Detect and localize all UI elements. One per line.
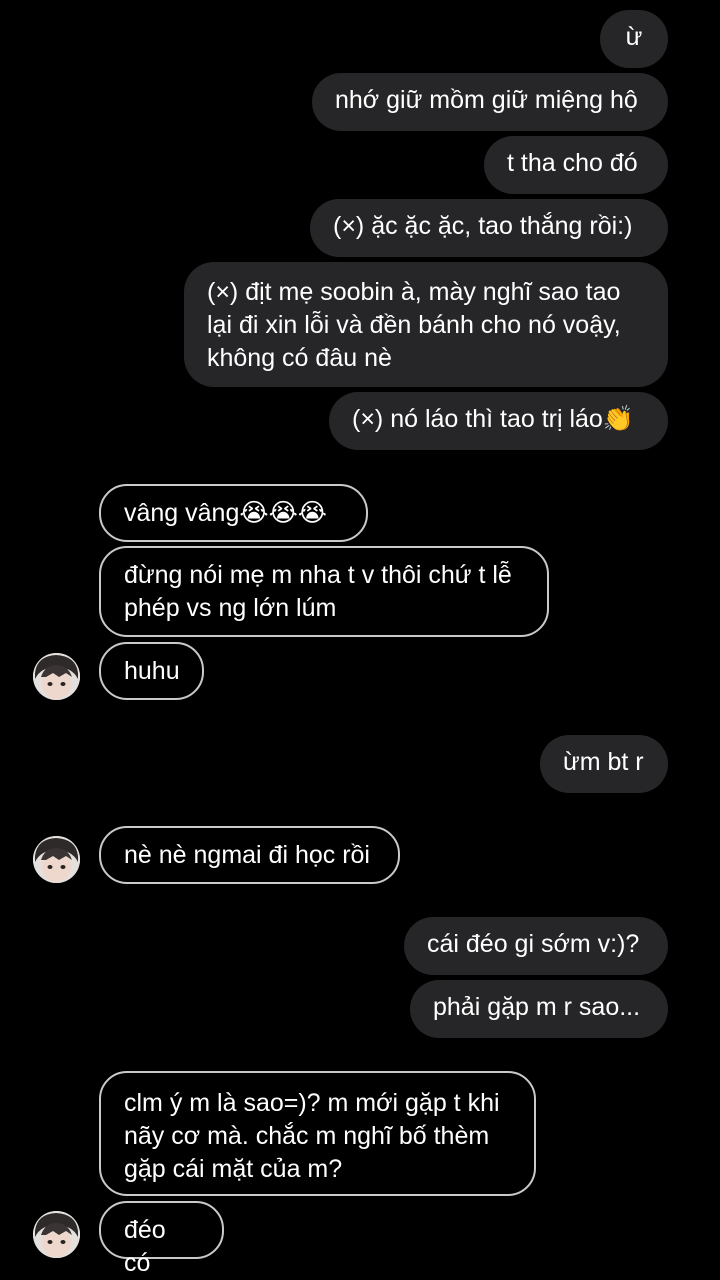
message-outgoing[interactable]: phải gặp m r sao... (410, 980, 668, 1038)
contact-avatar[interactable] (33, 653, 80, 700)
message-outgoing[interactable]: (×) nó láo thì tao trị láo👏 (329, 392, 668, 450)
message-outgoing[interactable]: cái đéo gi sớm v:)? (404, 917, 668, 975)
message-incoming[interactable]: nè nè ngmai đi học rồi (99, 826, 400, 884)
message-incoming[interactable]: huhu (99, 642, 204, 700)
message-outgoing[interactable]: nhớ giữ mồm giữ miệng hộ (312, 73, 668, 131)
message-incoming[interactable]: đéo có (99, 1201, 224, 1277)
message-incoming[interactable]: clm ý m là sao=)? m mới gặp t khi nãy cơ… (99, 1071, 536, 1196)
message-incoming[interactable]: đừng nói mẹ m nha t v thôi chứ t lễ phép… (99, 546, 549, 637)
message-outgoing[interactable]: ừm bt r (540, 735, 668, 793)
message-outgoing[interactable]: (×) ặc ặc ặc, tao thắng rồi:) (310, 199, 668, 257)
contact-avatar[interactable] (33, 1211, 80, 1258)
message-outgoing[interactable]: (×) địt mẹ soobin à, mày nghĩ sao tao lạ… (184, 262, 668, 387)
contact-avatar[interactable] (33, 836, 80, 883)
message-outgoing[interactable]: t tha cho đó (484, 136, 668, 194)
message-outgoing[interactable]: ừ (600, 10, 668, 68)
message-incoming[interactable]: vâng vâng😭😭😭 (99, 484, 368, 542)
